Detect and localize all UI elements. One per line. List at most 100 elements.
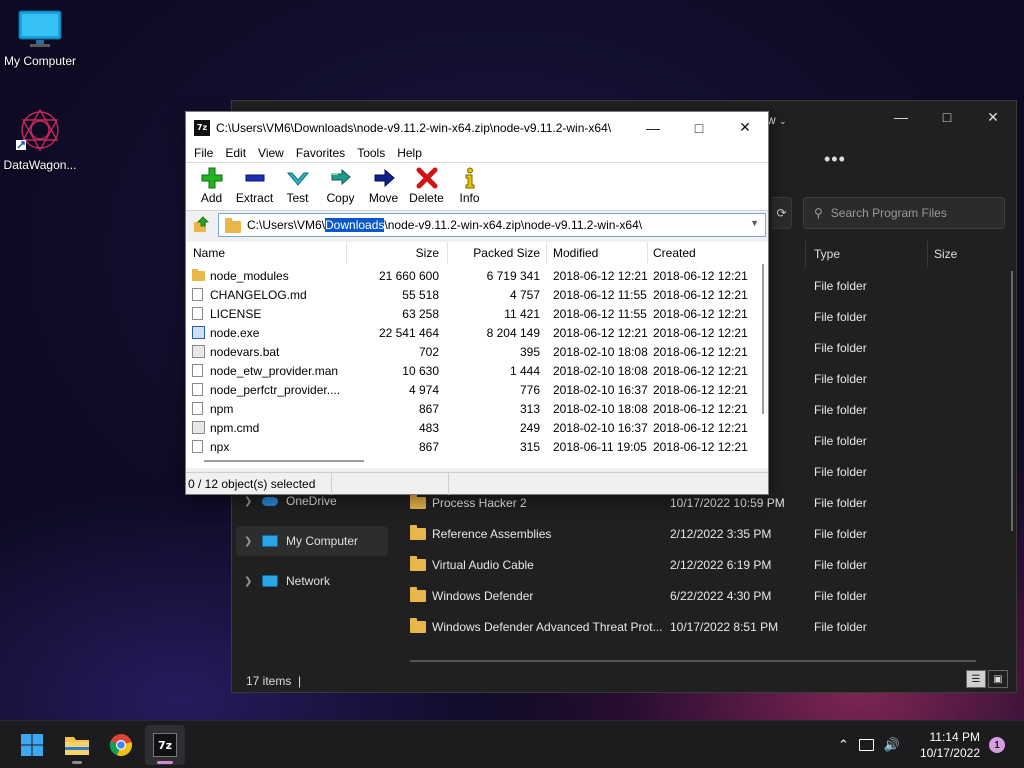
test-button[interactable]: Test <box>276 163 319 210</box>
file-created: 2018-06-12 12:21 <box>653 364 748 378</box>
file-icon <box>192 383 203 396</box>
more-options-button[interactable]: ••• <box>824 149 846 170</box>
menu-edit[interactable]: Edit <box>219 146 252 160</box>
7zip-app-icon: 7z <box>194 119 210 136</box>
test-label: Test <box>286 191 309 205</box>
vertical-scrollbar[interactable] <box>762 264 764 414</box>
chevron-down-icon[interactable]: ▼ <box>750 218 759 228</box>
taskbar-file-explorer[interactable] <box>57 725 97 765</box>
file-size: 10 630 <box>402 364 439 378</box>
menu-favorites[interactable]: Favorites <box>290 146 351 160</box>
view-button[interactable]: w ⌄ <box>767 113 787 127</box>
file-packed-size: 315 <box>519 440 540 454</box>
file-modified: 2018-06-11 19:05 <box>553 440 647 454</box>
menu-file[interactable]: File <box>188 146 219 160</box>
clock-date: 10/17/2022 <box>919 746 980 760</box>
file-packed-size: 1 444 <box>509 364 540 378</box>
start-button[interactable] <box>12 725 52 765</box>
archive-row[interactable]: node_modules 21 660 600 6 719 341 2018-06-1… <box>186 266 752 285</box>
close-icon[interactable]: ✕ <box>722 112 768 143</box>
horizontal-scrollbar[interactable] <box>204 460 364 462</box>
address-bar[interactable]: C:\Users\VM6\ Downloads \node-v9.11.2-win-… <box>218 213 766 237</box>
folder-icon <box>410 618 426 633</box>
file-created: 2018-06-12 12:21 <box>653 326 748 340</box>
status-divider <box>331 473 332 495</box>
row-type: File folder <box>814 589 867 603</box>
file-name: npm.cmd <box>210 421 260 435</box>
horizontal-scrollbar[interactable] <box>410 660 976 662</box>
explorer-row[interactable]: Windows Defender Advanced Threat Prot...… <box>232 612 1016 643</box>
menu-tools[interactable]: Tools <box>351 146 391 160</box>
minimize-icon[interactable]: — <box>878 101 924 133</box>
minimize-icon[interactable]: — <box>630 112 676 143</box>
add-button[interactable]: Add <box>190 163 233 210</box>
details-view-icon[interactable]: ☰ <box>966 670 986 688</box>
file-size: 21 660 600 <box>378 269 439 283</box>
menu-view[interactable]: View <box>252 146 290 160</box>
chevron-up-icon[interactable]: ⌃ <box>838 737 849 753</box>
search-icon: ⚲ <box>814 206 823 220</box>
7zip-titlebar[interactable]: 7z C:\Users\VM6\Downloads\node-v9.11.2-w… <box>186 112 768 143</box>
archive-row[interactable]: CHANGELOG.md 55 518 4 757 2018-06-12 11:55 2… <box>186 285 752 304</box>
archive-row[interactable]: node.exe 22 541 464 8 204 149 2018-06-12 12… <box>186 323 752 342</box>
file-modified: 2018-02-10 16:37 <box>553 383 648 397</box>
info-button[interactable]: Info <box>448 163 491 210</box>
notification-badge[interactable]: 1 <box>989 737 1005 753</box>
nav-item-label: OneDrive <box>286 494 337 508</box>
file-name: LICENSE <box>210 307 262 321</box>
archive-row[interactable]: node_etw_provider.man 10 630 1 444 2018-02-… <box>186 361 752 380</box>
archive-row[interactable]: LICENSE 63 258 11 421 2018-06-12 11:55 2018-… <box>186 304 752 323</box>
toolbar: Add Extract Test Copy Move Delete Info <box>186 163 768 211</box>
file-name: node_modules <box>210 269 289 283</box>
desktop-icon-my-computer[interactable]: My Computer <box>0 10 80 68</box>
column-header-type[interactable]: Type <box>814 247 840 261</box>
explorer-window-controls: — □ ✕ <box>878 101 1016 133</box>
speaker-icon[interactable]: 🔊 <box>884 737 900 753</box>
column-header-created[interactable]: Created <box>653 246 696 260</box>
menu-help[interactable]: Help <box>391 146 428 160</box>
archive-row[interactable]: npm 867 313 2018-02-10 18:08 2018-06-12 12:2… <box>186 399 752 418</box>
close-icon[interactable]: ✕ <box>970 101 1016 133</box>
delete-button[interactable]: Delete <box>405 163 448 210</box>
taskbar-chrome[interactable] <box>101 725 141 765</box>
search-placeholder: Search Program Files <box>830 206 947 220</box>
maximize-icon[interactable]: □ <box>924 101 970 133</box>
row-name: Reference Assemblies <box>410 525 551 541</box>
network-icon[interactable] <box>858 739 874 751</box>
nav-item-network[interactable]: ❯ Network <box>236 566 388 596</box>
folder-up-button[interactable] <box>188 213 214 237</box>
archive-row[interactable]: node_perfctr_provider.... 4 974 776 2018-02… <box>186 380 752 399</box>
column-header-modified[interactable]: Modified <box>553 246 598 260</box>
extract-button[interactable]: Extract <box>233 163 276 210</box>
column-header-size[interactable]: Size <box>416 246 439 260</box>
add-label: Add <box>200 191 223 205</box>
column-header-name[interactable]: Name <box>193 246 225 260</box>
chrome-icon <box>109 734 132 757</box>
nav-item-my-computer[interactable]: ❯ My Computer <box>236 526 388 556</box>
row-type: File folder <box>814 403 867 417</box>
file-created: 2018-06-12 12:21 <box>653 421 748 435</box>
archive-row[interactable]: npm.cmd 483 249 2018-02-10 16:37 2018-06-12 … <box>186 418 752 437</box>
search-input[interactable]: ⚲ Search Program Files <box>803 197 1005 229</box>
move-button[interactable]: Move <box>362 163 405 210</box>
desktop-icon-datawagon[interactable]: DataWagon... <box>0 106 80 172</box>
refresh-button[interactable]: ⟳ <box>772 197 792 229</box>
vertical-scrollbar[interactable] <box>1011 271 1013 531</box>
file-icon <box>192 307 203 320</box>
copy-button[interactable]: Copy <box>319 163 362 210</box>
file-modified: 2018-02-10 18:08 <box>553 345 648 359</box>
clock[interactable]: 11:14 PM 10/17/2022 <box>920 729 980 761</box>
taskbar-7zip[interactable]: 7z <box>145 725 185 765</box>
tiles-view-icon[interactable]: ▣ <box>988 670 1008 688</box>
maximize-icon[interactable]: □ <box>676 112 722 143</box>
archive-row[interactable]: nodevars.bat 702 395 2018-02-10 18:08 2018-0… <box>186 342 752 361</box>
taskbar: 7z ⌃ 🔊 11:14 PM 10/17/2022 1 <box>0 720 1024 768</box>
file-modified: 2018-06-12 12:21 <box>553 269 648 283</box>
column-header-size[interactable]: Size <box>934 247 957 261</box>
column-header-packed[interactable]: Packed Size <box>473 246 540 260</box>
archive-row[interactable]: npx 867 315 2018-06-11 19:05 2018-06-12 12:2… <box>186 437 752 456</box>
double-arrow-icon <box>330 167 352 189</box>
row-type: File folder <box>814 279 867 293</box>
file-created: 2018-06-12 12:21 <box>653 269 748 283</box>
row-name-text: Virtual Audio Cable <box>432 558 534 572</box>
